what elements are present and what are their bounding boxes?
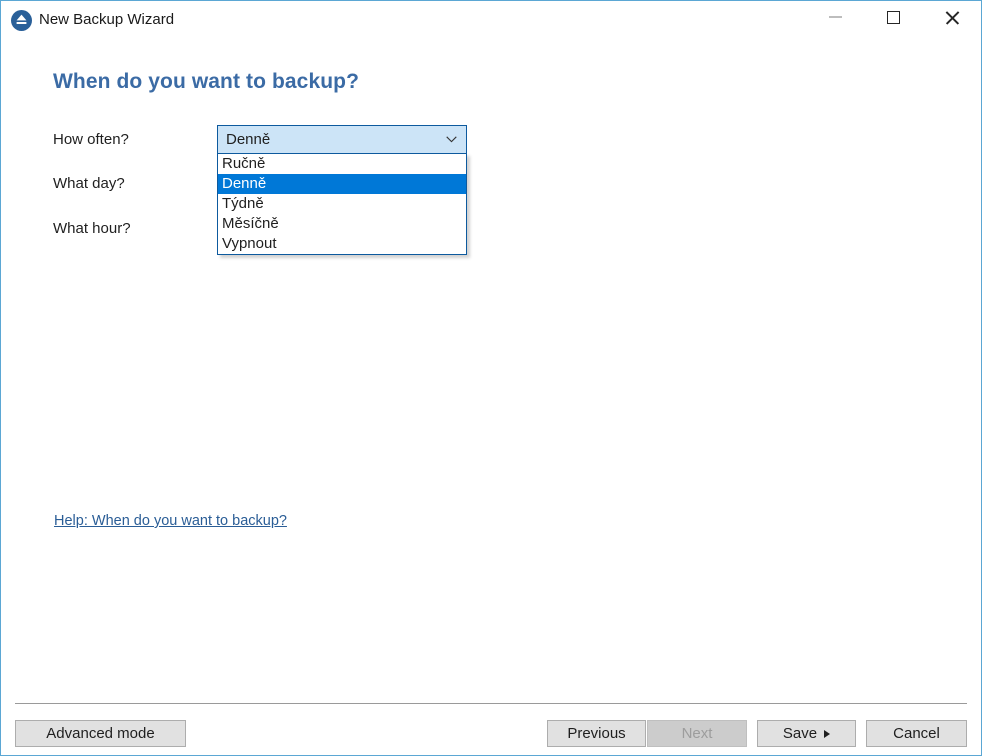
dropdown-option-rucne[interactable]: Ručně: [218, 154, 466, 174]
label-what-day: What day?: [53, 175, 125, 192]
wizard-content: When do you want to backup? How often? W…: [1, 39, 981, 703]
help-link[interactable]: Help: When do you want to backup?: [54, 513, 287, 529]
footer-divider: [15, 703, 967, 704]
window-title: New Backup Wizard: [39, 11, 175, 28]
advanced-mode-button[interactable]: Advanced mode: [15, 720, 186, 747]
footer-bar: Advanced mode Previous Next Save Cancel: [1, 703, 981, 755]
dropdown-option-vypnout[interactable]: Vypnout: [218, 234, 466, 254]
label-how-often: How often?: [53, 131, 129, 148]
save-button-label: Save: [782, 725, 818, 742]
app-icon: [11, 10, 32, 31]
cancel-button[interactable]: Cancel: [866, 720, 967, 747]
next-button: Next: [647, 720, 747, 747]
minimize-icon: [828, 16, 842, 18]
minimize-button[interactable]: [812, 1, 858, 33]
chevron-down-icon: [446, 136, 457, 143]
how-often-selected-value: Denně: [226, 131, 271, 148]
dropdown-option-tydne[interactable]: Týdně: [218, 194, 466, 214]
label-what-hour: What hour?: [53, 220, 131, 237]
dropdown-option-denne[interactable]: Denně: [218, 174, 466, 194]
close-button[interactable]: [929, 1, 975, 33]
close-icon: [944, 9, 961, 26]
title-bar: New Backup Wizard: [1, 1, 981, 39]
dropdown-option-mesicne[interactable]: Měsíčně: [218, 214, 466, 234]
page-title: When do you want to backup?: [53, 70, 360, 93]
caret-right-icon: [824, 729, 831, 738]
new-backup-wizard-window: New Backup Wizard ? When do you want to …: [0, 0, 982, 756]
previous-button[interactable]: Previous: [547, 720, 646, 747]
maximize-button[interactable]: [870, 1, 916, 33]
maximize-icon: [886, 10, 900, 24]
how-often-combobox[interactable]: Denně: [217, 125, 467, 154]
save-button[interactable]: Save: [757, 720, 856, 747]
how-often-dropdown-list[interactable]: Ručně Denně Týdně Měsíčně Vypnout: [217, 153, 467, 255]
